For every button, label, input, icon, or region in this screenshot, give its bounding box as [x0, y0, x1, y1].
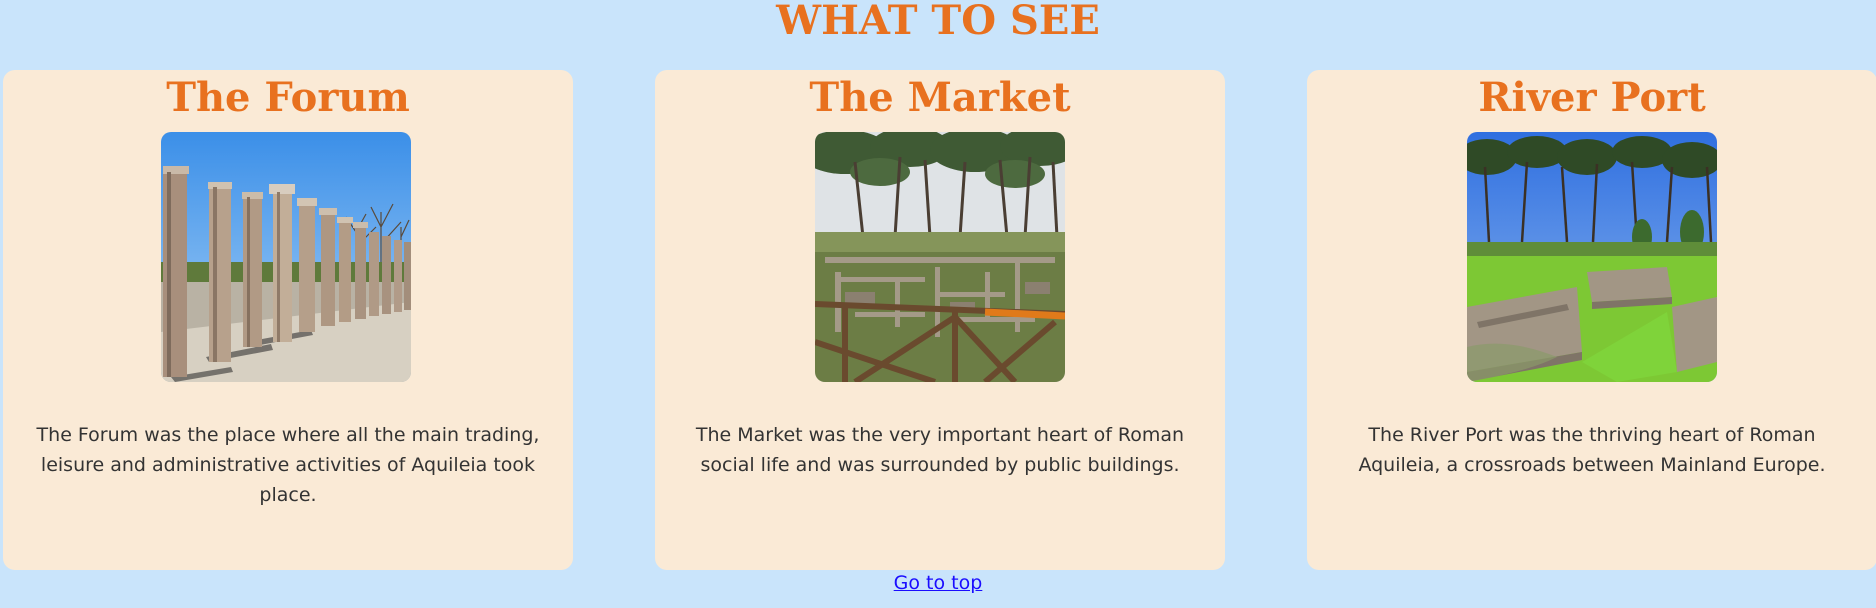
card-title: The Forum [166, 74, 410, 121]
river-port-ruins-image [1467, 132, 1717, 382]
forum-photo [161, 132, 411, 382]
card-title: River Port [1478, 74, 1706, 121]
river-port-photo [1467, 132, 1717, 382]
forum-columns-image [161, 132, 411, 382]
card-description: The Forum was the place where all the ma… [36, 424, 540, 506]
card-market: The Market The Market was the very impor… [655, 70, 1225, 570]
card-title: The Market [809, 74, 1071, 121]
card-description: The River Port was the thriving heart of… [1358, 424, 1826, 476]
card-river-port: River Port The River Port was the thrivi… [1307, 70, 1876, 570]
card-description: The Market was the very important heart … [695, 424, 1185, 476]
card-forum: The Forum The Forum was the place where … [3, 70, 573, 570]
market-photo [815, 132, 1065, 382]
market-ruins-image [815, 132, 1065, 382]
go-to-top-container: Go to top [0, 570, 1876, 596]
section-title: WHAT TO SEE [776, 0, 1100, 44]
go-to-top-link[interactable]: Go to top [894, 572, 983, 594]
